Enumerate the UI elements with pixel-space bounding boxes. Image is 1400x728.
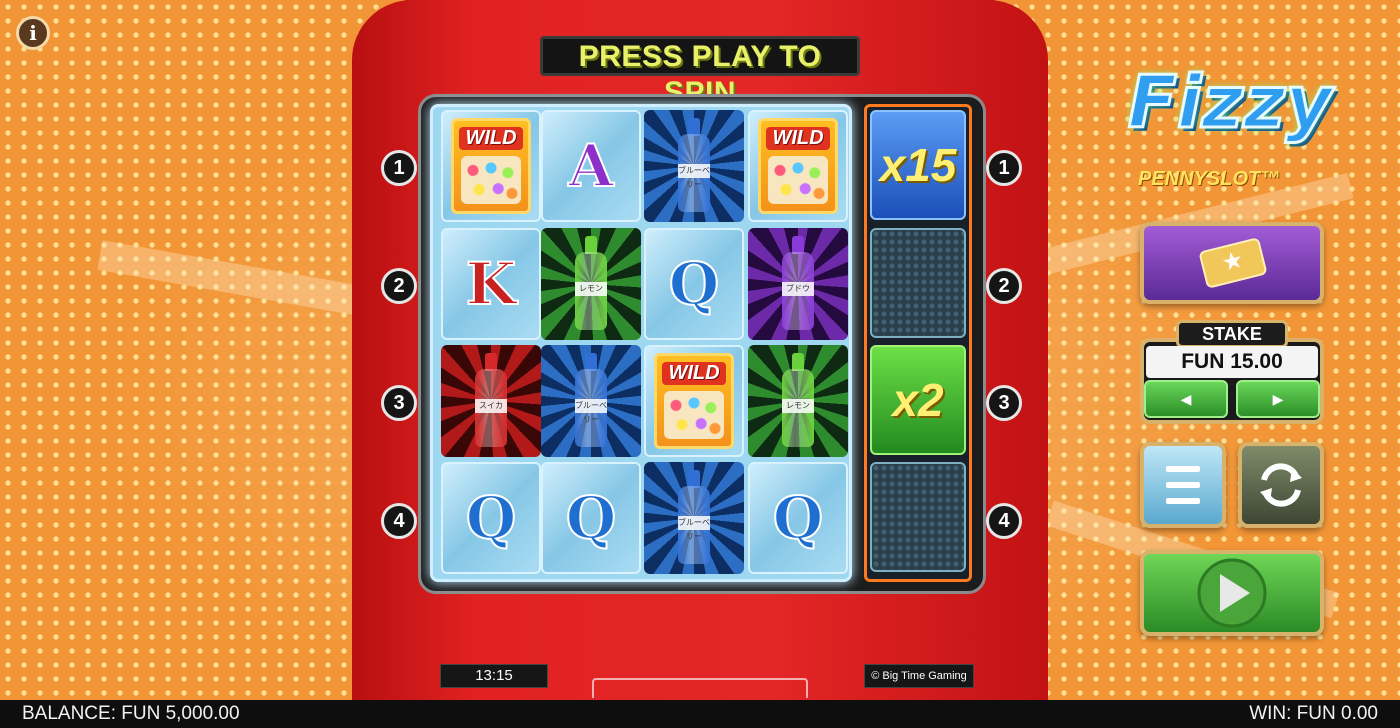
- letter-symbol: Q: [772, 483, 825, 553]
- reel-cell: ブルーベリー: [644, 110, 744, 222]
- autoplay-button[interactable]: [1238, 442, 1324, 528]
- letter-symbol: Q: [668, 249, 721, 319]
- menu-button[interactable]: [1140, 442, 1226, 528]
- soda-bottle-icon: ブルーベリー: [676, 470, 712, 566]
- candy-icon: [664, 391, 724, 439]
- soda-bottle-icon: ブドウ: [780, 236, 816, 332]
- reel-cell: K: [441, 228, 541, 340]
- game-logo: Fizzy PENNYSLOT™: [1120, 50, 1340, 191]
- bottle-label: ブルーベリー: [678, 164, 710, 189]
- bottle-label: ブルーベリー: [678, 516, 710, 541]
- wild-symbol: WILD: [451, 118, 531, 214]
- multiplier-cell: [870, 462, 966, 572]
- stake-value: FUN 15.00: [1146, 346, 1318, 378]
- reel-cell: ブルーベリー: [644, 462, 744, 574]
- wild-label: WILD: [459, 127, 523, 150]
- logo-subtitle: PENNYSLOT™: [1138, 168, 1281, 190]
- multiplier-cell: x15: [870, 110, 966, 220]
- reel-cell: Q: [541, 462, 641, 574]
- letter-symbol: Q: [465, 483, 518, 553]
- wild-label: WILD: [662, 362, 726, 385]
- ticket-icon: ★: [1198, 237, 1268, 289]
- wild-symbol: WILD: [758, 118, 838, 214]
- soda-bottle-icon: スイカ: [473, 353, 509, 449]
- bottle-label: ブドウ: [782, 282, 814, 296]
- reel-cell: ブルーベリー: [541, 345, 641, 457]
- clock: 13:15: [440, 664, 548, 688]
- reel-cell: Q: [748, 462, 848, 574]
- letter-symbol: A: [567, 131, 614, 201]
- soda-bottle-icon: ブルーベリー: [573, 353, 609, 449]
- spin-button[interactable]: [1140, 550, 1324, 636]
- letter-symbol: Q: [565, 483, 618, 553]
- play-icon: [1197, 558, 1267, 628]
- row-number-left: 3: [381, 385, 417, 421]
- autoplay-icon: [1260, 463, 1302, 507]
- row-number-right: 2: [986, 268, 1022, 304]
- bottle-label: レモン: [782, 399, 814, 413]
- reel-cell: Q: [644, 228, 744, 340]
- reel-cell: レモン: [748, 345, 848, 457]
- soda-bottle-icon: ブルーベリー: [676, 118, 712, 214]
- reel-cell: Q: [441, 462, 541, 574]
- candy-icon: [768, 156, 828, 204]
- soda-bottle-icon: レモン: [780, 353, 816, 449]
- stake-label: STAKE: [1176, 320, 1288, 348]
- bottle-label: レモン: [575, 282, 607, 296]
- reel-cell: ブドウ: [748, 228, 848, 340]
- reel-cell: WILD: [441, 110, 541, 222]
- balance-display: BALANCE: FUN 5,000.00: [22, 703, 240, 724]
- reel-cell: スイカ: [441, 345, 541, 457]
- candy-icon: [461, 156, 521, 204]
- row-number-right: 4: [986, 503, 1022, 539]
- wild-label: WILD: [766, 127, 830, 150]
- logo-title: Fizzy: [1126, 59, 1334, 146]
- row-number-left: 2: [381, 268, 417, 304]
- coin-slot: [592, 678, 808, 698]
- wild-symbol: WILD: [654, 353, 734, 449]
- row-number-left: 4: [381, 503, 417, 539]
- multiplier-cell: [870, 228, 966, 338]
- buy-feature-button[interactable]: ★: [1140, 222, 1324, 304]
- win-display: WIN: FUN 0.00: [1249, 703, 1378, 724]
- soda-bottle-icon: レモン: [573, 236, 609, 332]
- row-number-right: 1: [986, 150, 1022, 186]
- letter-symbol: K: [465, 249, 517, 319]
- status-bar: BALANCE: FUN 5,000.00 WIN: FUN 0.00: [0, 700, 1400, 728]
- info-button[interactable]: i: [16, 16, 50, 50]
- stake-increase-button[interactable]: ▶: [1236, 380, 1320, 418]
- bottle-label: ブルーベリー: [575, 399, 607, 424]
- stake-decrease-button[interactable]: ◀: [1144, 380, 1228, 418]
- multiplier-cell: x2: [870, 345, 966, 455]
- press-play-banner: PRESS PLAY TO SPIN: [540, 36, 860, 109]
- row-number-right: 3: [986, 385, 1022, 421]
- bottle-label: スイカ: [475, 399, 507, 413]
- reel-cell: WILD: [644, 345, 744, 457]
- reel-cell: レモン: [541, 228, 641, 340]
- reel-cell: WILD: [748, 110, 848, 222]
- reel-cell: A: [541, 110, 641, 222]
- copyright: © Big Time Gaming: [864, 664, 974, 688]
- row-number-left: 1: [381, 150, 417, 186]
